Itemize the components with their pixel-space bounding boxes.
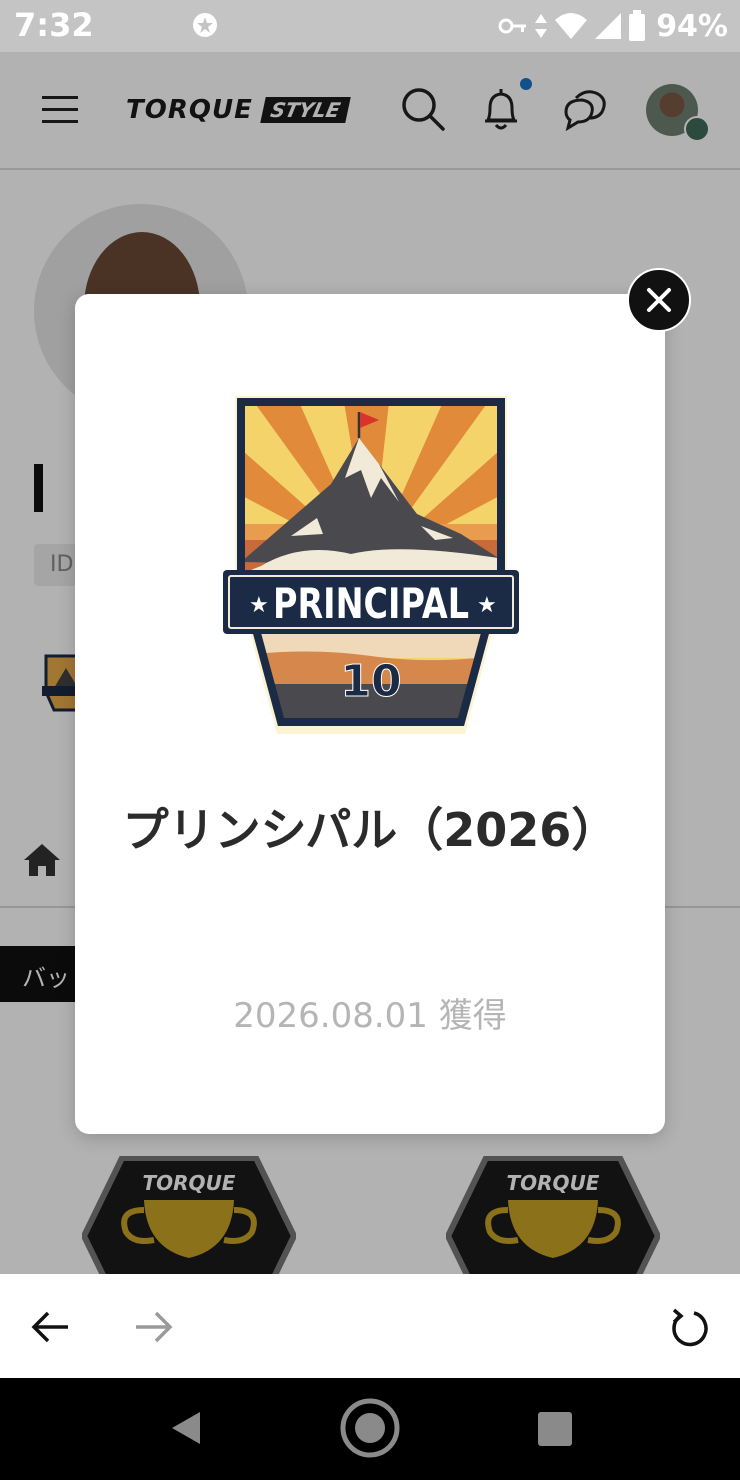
badge-detail-dialog: ★ ★ PRINCIPAL 10 プリンシパル（2026） 2026.08.01… [75,294,665,1134]
nav-recents-icon[interactable] [538,1412,572,1446]
status-indicators: 94% [498,6,728,46]
signal-icon [595,13,622,39]
battery-level: 94% [656,8,728,44]
status-bar: 7:32 94% [0,0,740,52]
badge-number: 10 [340,656,401,707]
app-notification-icon [193,13,217,37]
forward-arrow-icon[interactable] [130,1304,176,1350]
badge-acquired-date: 2026.08.01 獲得 [233,996,507,1036]
svg-text:★: ★ [477,593,497,618]
battery-icon [629,10,646,41]
reload-icon[interactable] [664,1304,712,1352]
data-arrows-icon [535,14,548,38]
browser-toolbar [0,1274,740,1378]
badge-title: プリンシパル（2026） [122,803,618,857]
badge-word: PRINCIPAL [273,579,469,628]
close-icon [647,288,671,312]
system-nav-bar [0,1378,740,1480]
close-button[interactable] [627,268,691,332]
wifi-icon [555,13,588,39]
svg-text:★: ★ [249,593,269,618]
vpn-key-icon [498,18,527,34]
nav-home-icon[interactable] [338,1396,402,1460]
status-time: 7:32 [14,6,94,44]
principal-badge-emblem: ★ ★ PRINCIPAL 10 [223,396,519,734]
back-arrow-icon[interactable] [28,1304,74,1350]
nav-back-icon[interactable] [166,1408,206,1448]
